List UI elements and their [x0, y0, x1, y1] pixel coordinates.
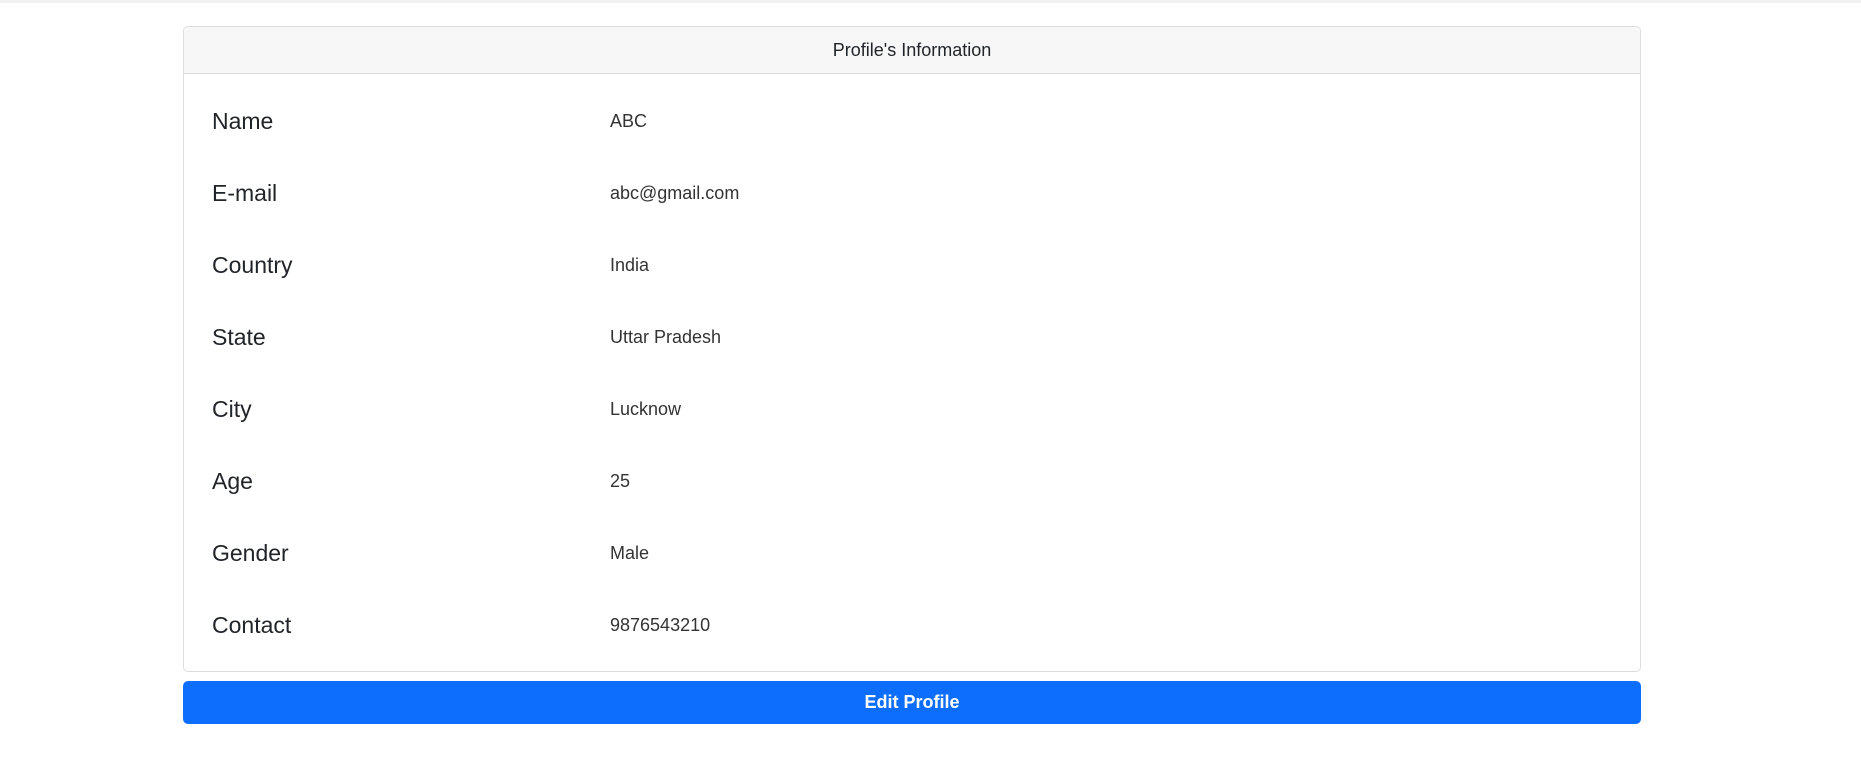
- card-header: Profile's Information: [184, 27, 1640, 74]
- card-body: Name ABC E-mail abc@gmail.com Country In…: [184, 74, 1640, 671]
- profile-container: Profile's Information Name ABC E-mail ab…: [183, 26, 1641, 724]
- field-label: Contact: [212, 611, 292, 638]
- profile-row-city: City Lucknow: [184, 373, 1640, 445]
- top-bar: [0, 0, 1861, 3]
- field-value: abc@gmail.com: [610, 182, 740, 203]
- field-value: ABC: [610, 110, 648, 131]
- field-label: State: [212, 323, 266, 350]
- edit-profile-button[interactable]: Edit Profile: [183, 681, 1641, 724]
- profile-row-contact: Contact 9876543210: [184, 589, 1640, 661]
- field-value: Uttar Pradesh: [610, 326, 722, 347]
- field-label: Country: [212, 251, 293, 278]
- profile-row-age: Age 25: [184, 445, 1640, 517]
- field-value: 9876543210: [610, 614, 711, 635]
- field-value: Lucknow: [610, 398, 682, 419]
- profile-row-state: State Uttar Pradesh: [184, 301, 1640, 373]
- field-value: Male: [610, 542, 650, 563]
- field-label: E-mail: [212, 179, 278, 206]
- field-label: City: [212, 395, 252, 422]
- field-value: 25: [610, 470, 631, 491]
- profile-card: Profile's Information Name ABC E-mail ab…: [183, 26, 1641, 672]
- field-value: India: [610, 254, 650, 275]
- field-label: Name: [212, 107, 274, 134]
- field-label: Age: [212, 467, 253, 494]
- profile-row-gender: Gender Male: [184, 517, 1640, 589]
- profile-row-email: E-mail abc@gmail.com: [184, 157, 1640, 229]
- field-label: Gender: [212, 539, 289, 566]
- profile-row-name: Name ABC: [184, 85, 1640, 157]
- profile-row-country: Country India: [184, 229, 1640, 301]
